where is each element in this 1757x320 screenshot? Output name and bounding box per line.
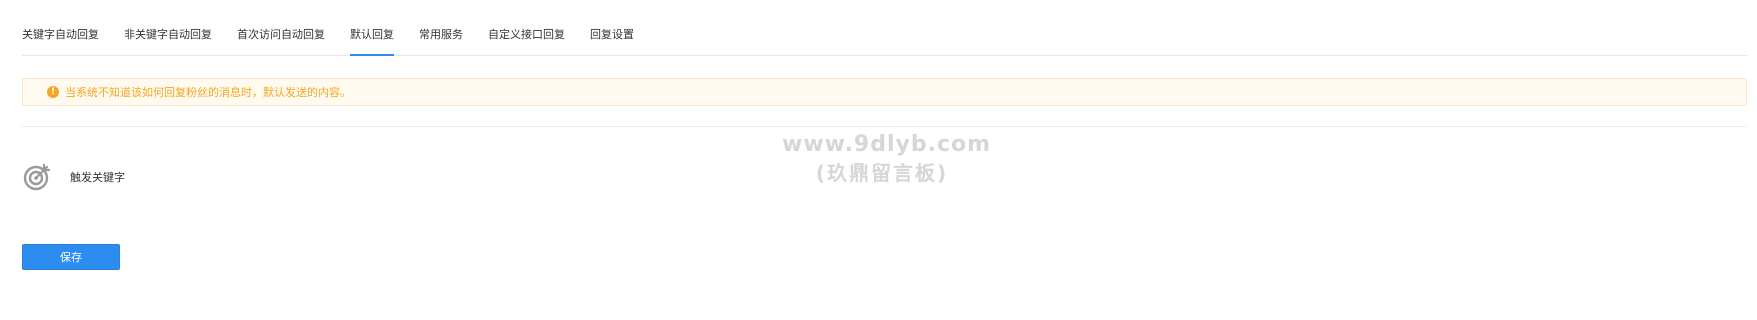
tab-non-keyword-reply[interactable]: 非关键字自动回复 bbox=[124, 28, 212, 55]
trigger-keyword-item[interactable]: 触发关键字 bbox=[22, 162, 125, 192]
save-button[interactable]: 保存 bbox=[22, 244, 120, 270]
tab-keyword-reply[interactable]: 关键字自动回复 bbox=[22, 28, 99, 55]
notice-text: 当系统不知道该如何回复粉丝的消息时，默认发送的内容。 bbox=[65, 86, 351, 99]
tab-common-services[interactable]: 常用服务 bbox=[419, 28, 463, 55]
tab-default-reply[interactable]: 默认回复 bbox=[350, 28, 394, 56]
notice-banner: ! 当系统不知道该如何回复粉丝的消息时，默认发送的内容。 bbox=[22, 78, 1747, 106]
watermark-name: (玖鼎留言板) bbox=[815, 161, 949, 185]
target-icon bbox=[23, 163, 51, 191]
tab-custom-api-reply[interactable]: 自定义接口回复 bbox=[488, 28, 565, 55]
tab-reply-settings[interactable]: 回复设置 bbox=[590, 28, 634, 55]
section-divider bbox=[22, 126, 1747, 127]
watermark-url: www.9dlyb.com bbox=[782, 132, 992, 157]
trigger-keyword-label: 触发关键字 bbox=[70, 171, 125, 184]
tab-bar: 关键字自动回复 非关键字自动回复 首次访问自动回复 默认回复 常用服务 自定义接… bbox=[22, 28, 1747, 56]
info-icon: ! bbox=[47, 86, 59, 98]
watermark: www.9dlyb.com (玖鼎留言板) bbox=[782, 131, 992, 187]
tab-first-visit-reply[interactable]: 首次访问自动回复 bbox=[237, 28, 325, 55]
